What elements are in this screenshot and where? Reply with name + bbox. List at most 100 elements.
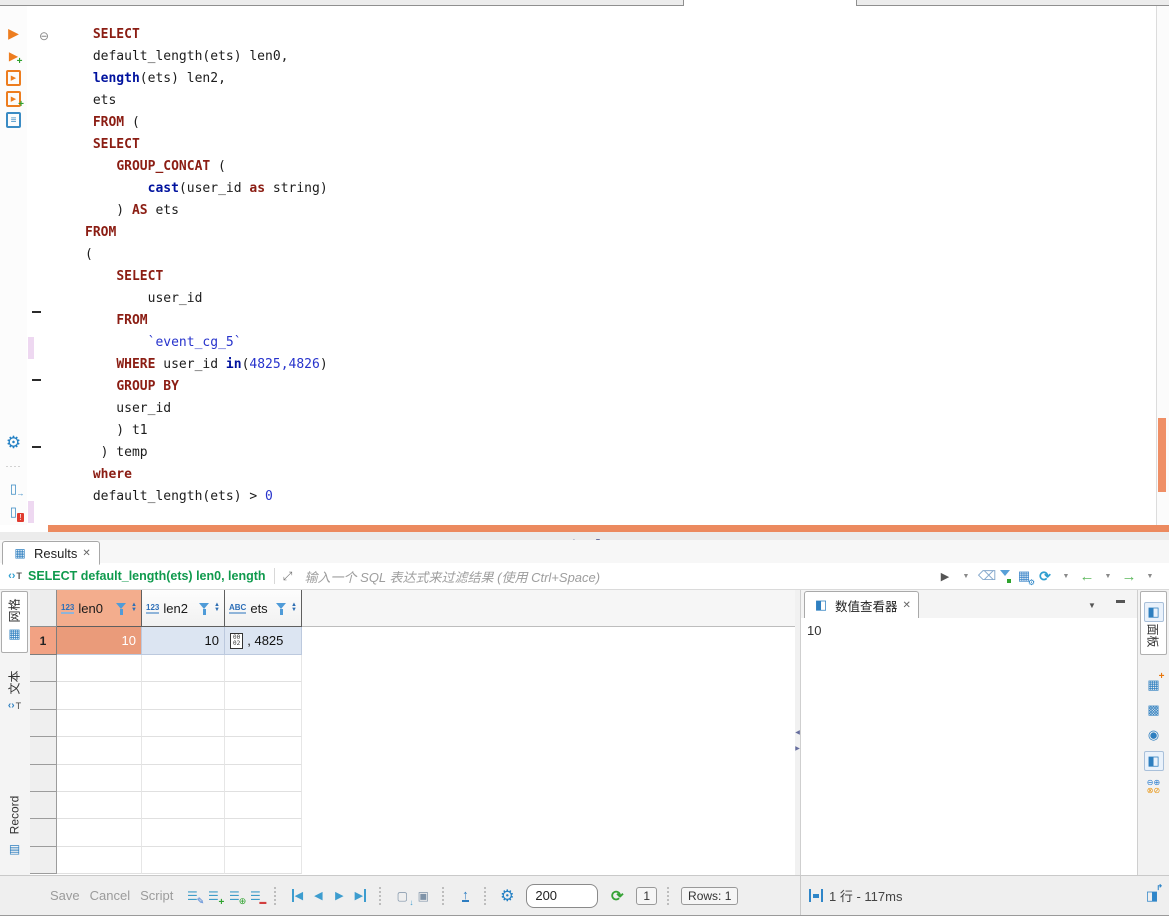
edit-cell-icon[interactable] <box>183 887 201 905</box>
aggregate-panel-icon[interactable] <box>1145 778 1163 796</box>
validate-sql-icon[interactable] <box>5 503 23 521</box>
editor-results-splitter[interactable] <box>48 525 1169 532</box>
empty-cell[interactable] <box>142 765 225 792</box>
refresh-dropdown-icon[interactable] <box>1057 567 1075 585</box>
explain-plan-icon[interactable] <box>6 112 21 128</box>
fetch-size-input[interactable] <box>526 884 598 908</box>
filter-input-placeholder[interactable]: 输入一个 SQL 表达式来过滤结果 (使用 Ctrl+Space) <box>305 567 936 586</box>
table-row[interactable] <box>30 737 795 764</box>
table-row[interactable] <box>30 847 795 874</box>
row-number[interactable] <box>30 682 57 709</box>
tab-panels[interactable]: 面板 <box>1140 591 1167 655</box>
sash-bar[interactable] <box>0 532 1169 540</box>
tab-results[interactable]: Results ✕ <box>2 541 100 565</box>
tab-text-view[interactable]: 文本 <box>1 658 28 730</box>
sql-filter-icon[interactable] <box>6 567 24 585</box>
column-header-len2[interactable]: 123 len2 <box>142 590 225 627</box>
sort-icon[interactable] <box>214 603 220 613</box>
empty-cell[interactable] <box>57 737 142 764</box>
empty-cell[interactable] <box>142 819 225 846</box>
empty-cell[interactable] <box>142 792 225 819</box>
fold-marker[interactable] <box>32 379 41 381</box>
nav-back-icon[interactable] <box>1078 567 1096 585</box>
cell-len0[interactable]: 10 <box>57 627 142 655</box>
cell-len2[interactable]: 10 <box>142 627 225 655</box>
row-number[interactable] <box>30 765 57 792</box>
drag-dots-icon[interactable] <box>5 457 23 475</box>
next-row-icon[interactable] <box>330 887 348 905</box>
grid-corner[interactable] <box>30 590 57 627</box>
previous-row-icon[interactable] <box>309 887 327 905</box>
nav-forward-icon[interactable] <box>1120 567 1138 585</box>
tab-grid-view[interactable]: 网格 <box>1 591 28 653</box>
row-number[interactable] <box>30 847 57 874</box>
export-sql-icon[interactable] <box>5 480 23 498</box>
empty-cell[interactable] <box>142 710 225 737</box>
script-button[interactable]: Script <box>140 888 173 903</box>
overview-marker[interactable] <box>1158 418 1166 492</box>
empty-cell[interactable] <box>225 819 302 846</box>
fetch-page-icon[interactable] <box>393 887 411 905</box>
first-row-icon[interactable] <box>288 887 306 905</box>
panel-menu-icon[interactable] <box>1083 596 1101 614</box>
column-header-ets[interactable]: ABC ets <box>225 590 302 627</box>
row-number[interactable]: 1 <box>30 627 57 655</box>
applied-filter-text[interactable]: SELECT default_length(ets) len0, length <box>28 569 266 583</box>
execute-sql-new-tab-icon[interactable] <box>5 47 23 65</box>
empty-cell[interactable] <box>225 765 302 792</box>
cancel-button[interactable]: Cancel <box>90 888 130 903</box>
refresh-icon[interactable] <box>1036 567 1054 585</box>
last-row-icon[interactable] <box>351 887 369 905</box>
tab-value-viewer[interactable]: 数值查看器 ✕ <box>804 591 919 619</box>
empty-cell[interactable] <box>57 710 142 737</box>
sort-icon[interactable] <box>131 603 137 613</box>
erase-filter-icon[interactable] <box>978 567 996 585</box>
filter-funnel-icon[interactable] <box>116 602 127 615</box>
empty-cell[interactable] <box>142 655 225 682</box>
row-number[interactable] <box>30 819 57 846</box>
expand-filter-icon[interactable] <box>279 567 297 585</box>
empty-cell[interactable] <box>142 737 225 764</box>
execute-script-new-tab-icon[interactable] <box>6 91 21 107</box>
empty-cell[interactable] <box>57 847 142 874</box>
table-row[interactable] <box>30 682 795 709</box>
empty-cell[interactable] <box>225 792 302 819</box>
custom-filter-icon[interactable] <box>1015 567 1033 585</box>
empty-cell[interactable] <box>142 847 225 874</box>
sql-editor[interactable]: SELECT default_length(ets) len0, length(… <box>0 6 1169 525</box>
empty-cell[interactable] <box>57 655 142 682</box>
metadata-panel-icon[interactable] <box>1145 701 1163 719</box>
duplicate-row-icon[interactable] <box>225 887 243 905</box>
calc-panel-icon[interactable] <box>1145 676 1163 694</box>
fetch-all-icon[interactable] <box>414 887 432 905</box>
filter-funnel-icon[interactable] <box>276 602 287 615</box>
panel-minimize-icon[interactable] <box>1111 596 1129 614</box>
fold-marker[interactable] <box>32 446 41 448</box>
row-number[interactable] <box>30 792 57 819</box>
code-area[interactable]: SELECT default_length(ets) len0, length(… <box>48 6 1157 525</box>
fold-marker[interactable] <box>32 311 41 313</box>
close-icon[interactable]: ✕ <box>903 600 911 611</box>
nav-back-dropdown-icon[interactable] <box>1099 567 1117 585</box>
filter-funnel-icon[interactable] <box>199 602 210 615</box>
empty-cell[interactable] <box>225 655 302 682</box>
nav-forward-dropdown-icon[interactable] <box>1141 567 1159 585</box>
delete-row-icon[interactable] <box>246 887 264 905</box>
table-row[interactable]: 1 10 10 00 02 , 4825 <box>30 627 795 655</box>
table-row[interactable] <box>30 765 795 792</box>
row-number[interactable] <box>30 710 57 737</box>
export-resultset-icon[interactable] <box>456 887 474 905</box>
overview-ruler[interactable] <box>1156 6 1169 525</box>
empty-cell[interactable] <box>225 682 302 709</box>
add-row-icon[interactable] <box>204 887 222 905</box>
sort-icon[interactable] <box>291 603 297 613</box>
empty-cell[interactable] <box>225 847 302 874</box>
row-number[interactable] <box>30 655 57 682</box>
grid-settings-icon[interactable] <box>498 887 516 905</box>
references-panel-icon[interactable] <box>1145 726 1163 744</box>
top-strip-active-tab[interactable] <box>684 0 856 5</box>
tab-record-view[interactable]: Record <box>1 795 28 870</box>
value-viewer-panel-icon[interactable] <box>1144 751 1164 771</box>
cell-ets[interactable]: 00 02 , 4825 <box>225 627 302 655</box>
row-number[interactable] <box>30 737 57 764</box>
